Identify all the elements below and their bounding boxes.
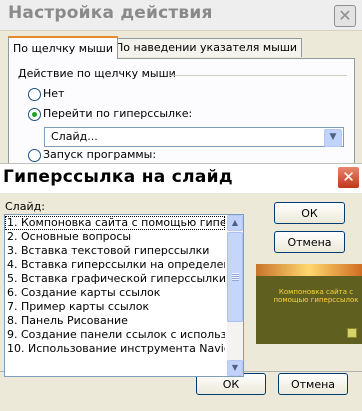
slide-list-items: 1. Компоновка сайта с помощью гиперссы 2… [5, 216, 225, 356]
list-item[interactable]: 7. Пример карты ссылок [5, 300, 225, 314]
hyperlink-select[interactable]: Слайд... ▼ [44, 127, 344, 147]
slide-preview-title: Компоновка сайта с помощью гиперссылок [273, 288, 359, 304]
radio-none-label: Нет [43, 87, 65, 100]
scrollbar-thumb[interactable] [227, 232, 243, 322]
close-icon[interactable]: ✕ [337, 166, 360, 189]
hyperlink-dialog-titlebar: Гиперссылка на слайд ✕ [0, 164, 362, 193]
dialog-title: Настройка действия [8, 3, 213, 23]
scrollbar-grip [232, 273, 239, 281]
slide-list[interactable]: 1. Компоновка сайта с помощью гиперссы 2… [4, 214, 244, 377]
tab-on-click[interactable]: По щелчку мыши [8, 36, 119, 59]
hyperlink-to-slide-dialog: Гиперссылка на слайд ✕ Слайд: 1. Компоно… [0, 163, 362, 377]
radio-hyperlink-label: Перейти по гиперссылке: [43, 107, 193, 120]
list-item[interactable]: 9. Создание панели ссылок с использовани [5, 328, 225, 342]
slide-list-scrollbar[interactable]: ▲ ▼ [227, 215, 243, 376]
radio-none[interactable] [28, 88, 41, 101]
cancel-button[interactable]: Отмена [274, 231, 345, 253]
radio-hyperlink[interactable] [28, 108, 41, 121]
scroll-up-icon[interactable]: ▲ [227, 215, 243, 231]
list-item[interactable]: 4. Вставка гиперссылки на определенное [5, 258, 225, 272]
list-item[interactable]: 2. Основные вопросы [5, 230, 225, 244]
dialog-title: Гиперссылка на слайд [3, 167, 233, 187]
hyperlink-select-value: Слайд... [51, 130, 98, 143]
cancel-button[interactable]: Отмена [278, 373, 348, 395]
tab-on-hover[interactable]: По наведении указателя мыши [110, 38, 303, 57]
radio-run-program[interactable] [28, 149, 41, 162]
slide-preview-nav-button [347, 328, 357, 338]
list-item[interactable]: 1. Компоновка сайта с помощью гиперссы [5, 216, 225, 230]
radio-run-program-label: Запуск программы: [43, 148, 157, 161]
list-item[interactable]: 5. Вставка графической гиперссылки [5, 272, 225, 286]
list-item[interactable]: 10. Использование инструмента Navigation [5, 342, 225, 356]
list-item[interactable]: 3. Вставка текстовой гиперссылки [5, 244, 225, 258]
list-item[interactable]: 6. Создание карты ссылок [5, 286, 225, 300]
close-icon[interactable]: ✕ [334, 5, 356, 27]
list-item[interactable]: 8. Панель Рисование [5, 314, 225, 328]
ok-button[interactable]: ОК [274, 202, 345, 224]
section-label: Действие по щелчку мыши [18, 67, 176, 80]
chevron-down-icon[interactable]: ▼ [324, 129, 342, 147]
slide-preview-banner [256, 264, 362, 276]
slide-list-label: Слайд: [5, 200, 45, 213]
section-divider [169, 75, 347, 76]
slide-preview: Компоновка сайта с помощью гиперссылок [256, 264, 362, 344]
scroll-down-icon[interactable]: ▼ [227, 360, 243, 376]
action-settings-titlebar: Настройка действия ✕ [0, 0, 362, 31]
